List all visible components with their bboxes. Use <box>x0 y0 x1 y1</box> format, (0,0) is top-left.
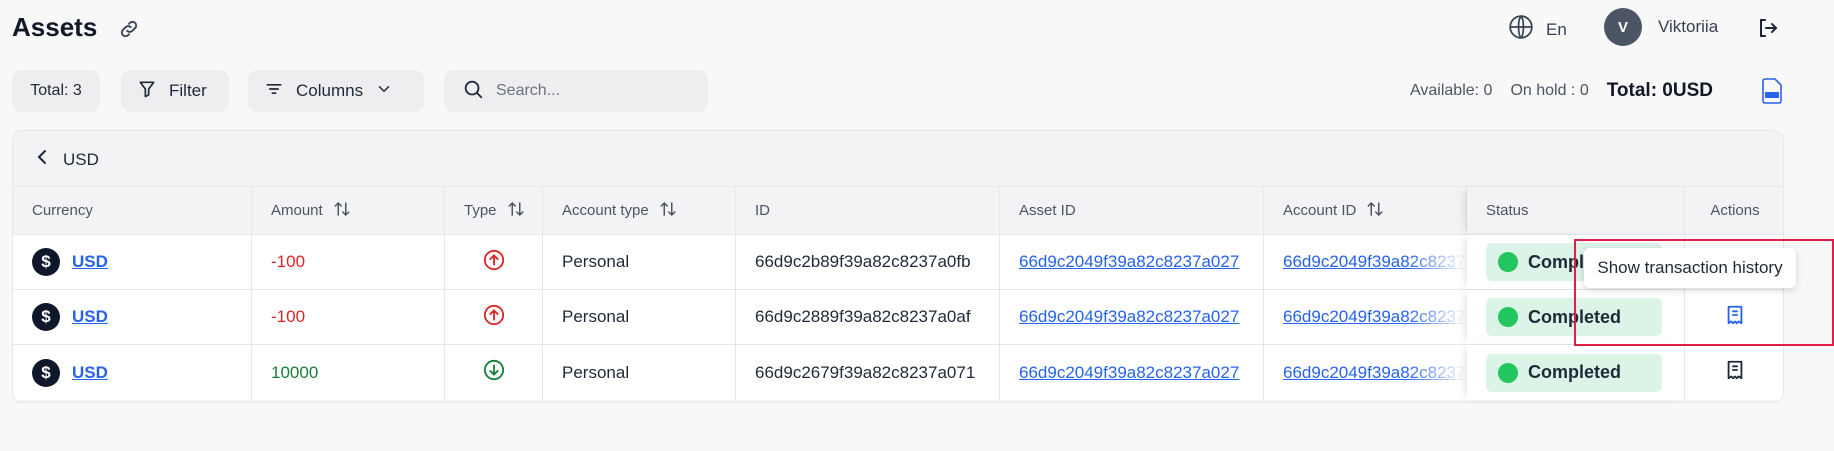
status-badge: Completed <box>1486 353 1662 392</box>
column-header-asset-id: Asset ID <box>1000 187 1264 234</box>
dollar-icon: $ <box>32 358 60 387</box>
amount: 10000 <box>252 345 445 400</box>
search-icon <box>462 78 484 105</box>
account-type: Personal <box>543 290 736 344</box>
column-header-id: ID <box>736 187 1000 234</box>
table-row: $ USD 10000 Personal 66d9c2679f39a82c823… <box>13 345 1783 400</box>
language-switcher[interactable]: En <box>1508 14 1567 45</box>
search-box[interactable] <box>444 70 708 112</box>
account-id-link[interactable]: 66d9c2049f39a82c8237a027 <box>1283 363 1466 383</box>
chevron-down-icon <box>375 80 393 103</box>
table-header: Currency Amount Type Account type ID Ass… <box>13 186 1783 235</box>
sort-icon[interactable] <box>507 200 525 222</box>
arrow-up-circle-icon <box>483 304 505 331</box>
transaction-id: 66d9c2b89f39a82c8237a0fb <box>736 235 1000 289</box>
column-header-actions: Actions <box>1710 202 1760 219</box>
filter-icon <box>137 79 157 104</box>
user-name: Viktoriia <box>1658 17 1719 36</box>
column-header-type[interactable]: Type <box>445 187 543 234</box>
chevron-left-icon <box>35 149 49 170</box>
logout-icon[interactable] <box>1756 16 1780 40</box>
status-dot <box>1498 362 1518 383</box>
receipt-icon[interactable] <box>1724 359 1746 386</box>
total-count-badge: Total: 3 <box>12 70 100 112</box>
asset-id-link[interactable]: 66d9c2049f39a82c8237a027 <box>1019 252 1239 272</box>
transaction-id: 66d9c2889f39a82c8237a0af <box>736 290 1000 344</box>
currency-link[interactable]: USD <box>72 307 108 327</box>
columns-label: Columns <box>296 81 364 100</box>
account-type: Personal <box>543 345 736 400</box>
columns-button[interactable]: Columns <box>248 70 424 112</box>
column-header-account-type[interactable]: Account type <box>543 187 736 234</box>
amount: -100 <box>252 235 445 289</box>
receipt-icon[interactable] <box>1724 304 1746 331</box>
arrow-down-circle-icon <box>483 359 505 386</box>
column-header-account-id[interactable]: Account ID <box>1264 187 1467 234</box>
total-balance: Total: 0USD <box>1606 80 1713 101</box>
account-type: Personal <box>543 235 736 289</box>
status-dot <box>1498 307 1518 327</box>
transaction-id: 66d9c2679f39a82c8237a071 <box>736 345 1000 400</box>
page-title: Assets <box>12 12 98 42</box>
language-label: En <box>1546 19 1567 39</box>
balance-summary: Available: 0 On hold : 0 Total: 0USD <box>1410 80 1713 102</box>
sort-icon[interactable] <box>659 200 677 222</box>
back-button[interactable]: USD <box>35 149 99 170</box>
back-label: USD <box>63 149 99 169</box>
sort-icon[interactable] <box>1366 200 1384 222</box>
link-icon[interactable] <box>118 18 140 40</box>
table-row: $ USD -100 Personal 66d9c2889f39a82c8237… <box>13 290 1783 345</box>
dollar-icon: $ <box>32 248 60 276</box>
filter-button[interactable]: Filter <box>121 70 229 112</box>
user-menu[interactable]: V Viktoriia <box>1604 8 1718 46</box>
assets-panel: USD Currency Amount Type Account type ID… <box>12 130 1784 403</box>
table-row: $ USD -100 Personal 66d9c2b89f39a82c8237… <box>13 235 1783 290</box>
columns-icon <box>264 79 284 104</box>
amount: -100 <box>252 290 445 344</box>
currency-link[interactable]: USD <box>72 363 108 383</box>
currency-link[interactable]: USD <box>72 252 108 272</box>
column-header-currency: Currency <box>13 187 252 234</box>
status-dot <box>1498 252 1518 272</box>
globe-icon <box>1508 14 1534 45</box>
available-balance: Available: 0 <box>1410 82 1493 99</box>
status-badge: Completed <box>1486 298 1662 336</box>
sort-icon[interactable] <box>333 200 351 222</box>
account-id-link[interactable]: 66d9c2049f39a82c8237a027 <box>1283 252 1466 272</box>
asset-id-link[interactable]: 66d9c2049f39a82c8237a027 <box>1019 363 1239 383</box>
asset-id-link[interactable]: 66d9c2049f39a82c8237a027 <box>1019 307 1239 327</box>
search-input[interactable] <box>496 82 696 100</box>
avatar: V <box>1604 8 1642 46</box>
csv-export-icon[interactable] <box>1760 78 1784 104</box>
on-hold-balance: On hold : 0 <box>1510 82 1589 99</box>
column-header-amount[interactable]: Amount <box>252 187 445 234</box>
filter-label: Filter <box>169 81 207 100</box>
dollar-icon: $ <box>32 303 60 331</box>
account-id-link[interactable]: 66d9c2049f39a82c8237a027 <box>1283 307 1466 327</box>
column-header-status: Status <box>1467 187 1685 234</box>
arrow-up-circle-icon <box>483 249 505 276</box>
transaction-history-tooltip: Show transaction history <box>1584 248 1796 288</box>
